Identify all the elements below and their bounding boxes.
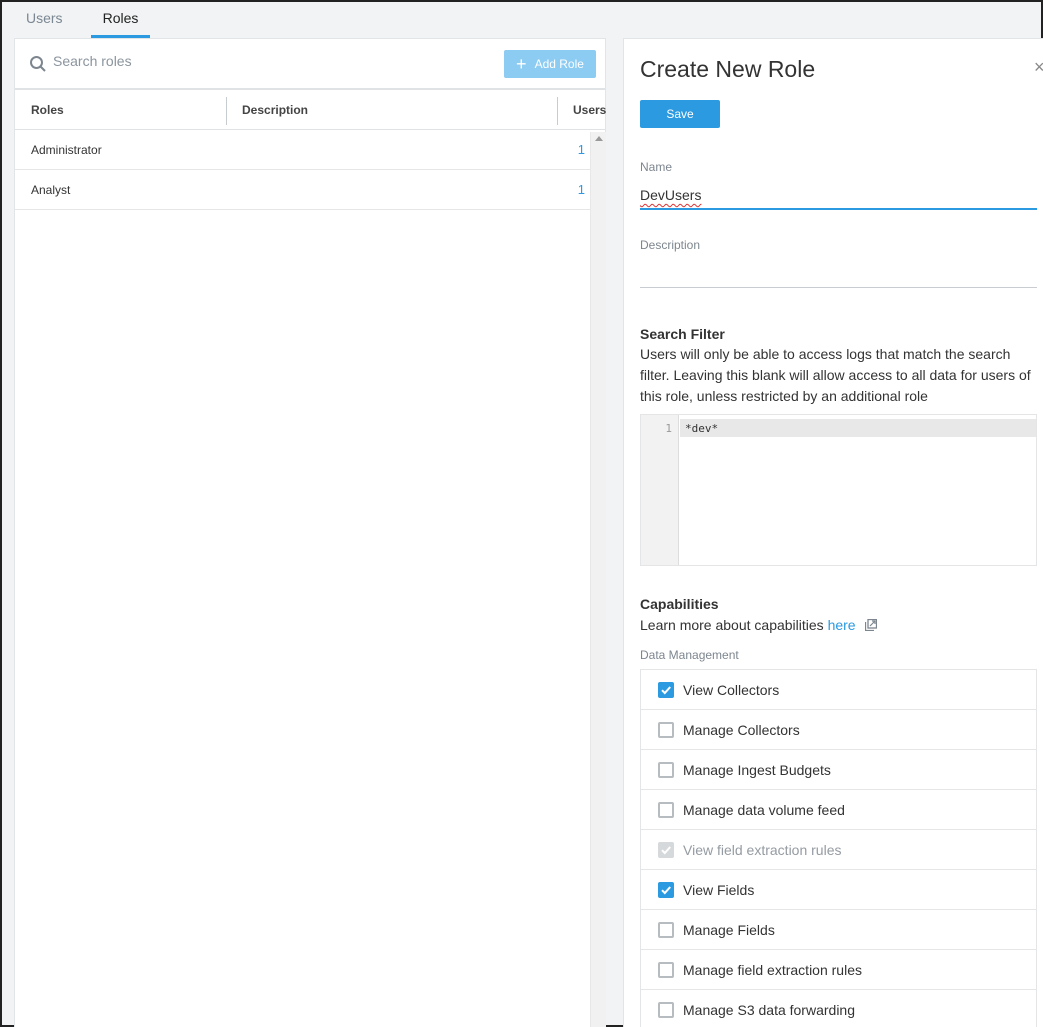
create-role-panel: Create New Role × Save Name DevUsers Des… <box>623 38 1043 1027</box>
external-link-icon[interactable] <box>865 619 878 631</box>
add-role-label: Add Role <box>534 57 584 71</box>
column-divider[interactable] <box>226 97 227 125</box>
close-icon[interactable]: × <box>1034 57 1043 78</box>
scrollbar[interactable] <box>590 132 606 1027</box>
checkmark-icon <box>661 686 671 695</box>
capability-label: Manage Collectors <box>683 722 800 738</box>
capability-row[interactable]: Manage data volume feed <box>641 790 1036 830</box>
scroll-up-arrow-icon[interactable] <box>595 136 603 141</box>
line-number: 1 <box>665 422 672 435</box>
roles-table-body: Administrator 1 Analyst 1 <box>15 130 605 210</box>
name-field[interactable]: DevUsers <box>640 187 701 203</box>
search-bar: + Add Role <box>15 39 605 90</box>
table-header: Roles Description Users <box>15 90 606 130</box>
role-name: Administrator <box>31 143 102 157</box>
editor-code[interactable]: *dev* <box>685 422 718 435</box>
name-label: Name <box>640 160 673 174</box>
search-filter-heading: Search Filter <box>640 326 725 342</box>
capability-row[interactable]: Manage Fields <box>641 910 1036 950</box>
capabilities-help: Learn more about capabilities here <box>640 615 1040 636</box>
table-row[interactable]: Analyst 1 <box>15 170 590 210</box>
capability-checkbox <box>658 842 674 858</box>
capability-checkbox[interactable] <box>658 802 674 818</box>
capability-checkbox[interactable] <box>658 682 674 698</box>
capability-label: View Fields <box>683 882 755 898</box>
column-header-users[interactable]: Users <box>573 103 606 117</box>
panel-title: Create New Role <box>640 56 816 82</box>
tab-bar: Users Roles <box>2 2 1041 38</box>
capability-checkbox[interactable] <box>658 922 674 938</box>
active-line-highlight <box>680 419 1036 437</box>
capabilities-list: View Collectors Manage Collectors Manage I… <box>640 669 1037 1027</box>
name-field-underline <box>640 208 1037 210</box>
capability-label: View field extraction rules <box>683 842 842 858</box>
capability-label: Manage Fields <box>683 922 775 938</box>
capability-label: View Collectors <box>683 682 780 698</box>
capability-label: Manage field extraction rules <box>683 962 862 978</box>
capability-label: Manage S3 data forwarding <box>683 1002 855 1018</box>
capability-checkbox[interactable] <box>658 962 674 978</box>
role-name: Analyst <box>31 183 71 197</box>
editor-gutter: 1 <box>641 415 679 565</box>
capability-row[interactable]: View Fields <box>641 870 1036 910</box>
capabilities-heading: Capabilities <box>640 596 719 612</box>
capability-checkbox[interactable] <box>658 762 674 778</box>
column-divider[interactable] <box>557 97 558 125</box>
checkmark-icon <box>661 846 671 855</box>
capability-row[interactable]: Manage field extraction rules <box>641 950 1036 990</box>
capability-row[interactable]: Manage S3 data forwarding <box>641 990 1036 1027</box>
capability-row: View field extraction rules <box>641 830 1036 870</box>
plus-icon: + <box>516 54 527 74</box>
search-filter-help: Users will only be able to access logs t… <box>640 346 1031 404</box>
search-icon <box>30 56 46 72</box>
tab-users[interactable]: Users <box>26 8 63 38</box>
description-field[interactable] <box>640 287 1037 288</box>
capabilities-help-link[interactable]: here <box>828 617 856 633</box>
tab-roles[interactable]: Roles <box>91 8 150 38</box>
role-user-count[interactable]: 1 <box>578 142 585 157</box>
capability-checkbox[interactable] <box>658 722 674 738</box>
capability-row[interactable]: Manage Collectors <box>641 710 1036 750</box>
capability-checkbox[interactable] <box>658 1002 674 1018</box>
capability-label: Manage Ingest Budgets <box>683 762 831 778</box>
search-filter-editor[interactable]: 1 *dev* <box>640 414 1037 566</box>
description-label: Description <box>640 238 701 252</box>
capability-checkbox[interactable] <box>658 882 674 898</box>
capability-label: Manage data volume feed <box>683 802 845 818</box>
search-roles-input[interactable] <box>53 53 353 69</box>
capabilities-help-text: Learn more about capabilities <box>640 617 824 633</box>
table-row[interactable]: Administrator 1 <box>15 130 590 170</box>
column-header-roles[interactable]: Roles <box>31 103 64 117</box>
checkmark-icon <box>661 886 671 895</box>
capability-row[interactable]: Manage Ingest Budgets <box>641 750 1036 790</box>
capability-row[interactable]: View Collectors <box>641 670 1036 710</box>
save-button[interactable]: Save <box>640 100 720 128</box>
column-header-description[interactable]: Description <box>242 103 308 117</box>
data-management-label: Data Management <box>640 648 739 662</box>
add-role-button[interactable]: + Add Role <box>504 50 596 78</box>
roles-list-panel: + Add Role Roles Description Users Admin… <box>14 38 606 1027</box>
role-user-count[interactable]: 1 <box>578 182 585 197</box>
